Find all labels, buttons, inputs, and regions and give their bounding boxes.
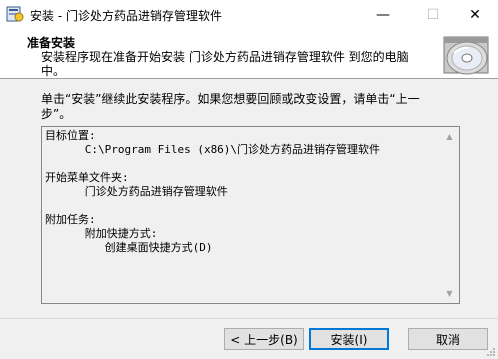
- window-title: 安装 - 门诊处方药品进销存管理软件: [30, 9, 222, 23]
- memo-line: C:\Program Files (x86)\门诊处方药品进销存管理软件: [45, 143, 381, 156]
- memo-line: [45, 199, 439, 213]
- ready-memo-text: 目标位置: C:\Program Files (x86)\门诊处方药品进销存管理…: [45, 129, 439, 301]
- installer-window: 安装 - 门诊处方药品进销存管理软件 — ☐ ✕ 准备安装 安装程序现在准备开始…: [0, 0, 498, 359]
- memo-line: 开始菜单文件夹:: [45, 171, 129, 184]
- memo-line: 创建桌面快捷方式(D): [45, 241, 213, 254]
- memo-line: [45, 157, 439, 171]
- scroll-up-arrow-icon[interactable]: ▲: [441, 128, 458, 145]
- back-button[interactable]: < 上一步(B): [224, 328, 304, 350]
- minimize-icon: —: [376, 7, 390, 23]
- memo-line: 目标位置:: [45, 129, 96, 142]
- instruction-text: 单击“安装”继续此安装程序。如果您想要回顾或改变设置，请单击“上一步”。: [41, 92, 420, 121]
- setup-disc-icon: [440, 31, 494, 77]
- maximize-button[interactable]: ☐: [410, 0, 456, 30]
- installer-app-icon: [6, 6, 24, 22]
- install-button[interactable]: 安装(I): [309, 328, 389, 350]
- memo-scrollbar[interactable]: ▲ ▼: [441, 128, 458, 302]
- close-icon: ✕: [469, 7, 481, 23]
- cancel-button[interactable]: 取消: [408, 328, 488, 350]
- wizard-header: 准备安装 安装程序现在准备开始安装 门诊处方药品进销存管理软件 到您的电脑中。: [0, 30, 498, 79]
- minimize-button[interactable]: —: [360, 0, 406, 30]
- scroll-down-arrow-icon[interactable]: ▼: [441, 285, 458, 302]
- page-title: 准备安装: [27, 36, 76, 50]
- memo-line: 附加快捷方式:: [45, 227, 158, 240]
- page-subtitle: 安装程序现在准备开始安装 门诊处方药品进销存管理软件 到您的电脑中。: [41, 50, 409, 78]
- ready-memo[interactable]: 目标位置: C:\Program Files (x86)\门诊处方药品进销存管理…: [41, 126, 460, 304]
- title-bar[interactable]: 安装 - 门诊处方药品进销存管理软件 — ☐ ✕: [0, 0, 498, 30]
- memo-line: 门诊处方药品进销存管理软件: [45, 185, 228, 198]
- footer-divider: [0, 318, 498, 319]
- close-button[interactable]: ✕: [452, 0, 498, 30]
- memo-line: 附加任务:: [45, 213, 96, 226]
- maximize-icon: ☐: [426, 7, 440, 23]
- resize-grip-icon[interactable]: [486, 347, 496, 357]
